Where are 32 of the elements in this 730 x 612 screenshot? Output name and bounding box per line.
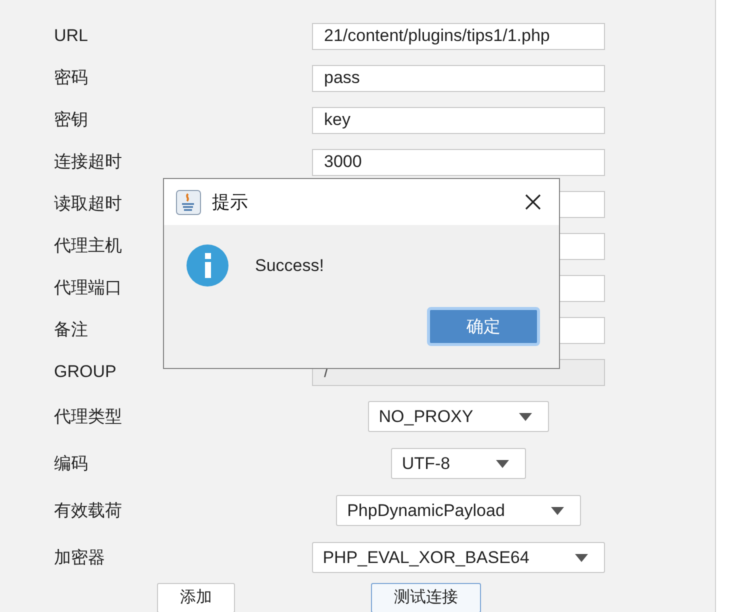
- dialog-title: 提示: [212, 190, 248, 214]
- field-label: URL: [54, 26, 88, 46]
- dropdown[interactable]: NO_PROXY: [368, 401, 550, 432]
- caret-icon: [575, 554, 588, 562]
- dropdown[interactable]: PHP_EVAL_XOR_BASE64: [312, 542, 606, 573]
- text-field[interactable]: 21/content/plugins/tips1/1.php: [312, 22, 605, 50]
- field-label: 代理主机: [54, 236, 122, 256]
- field-label: 加密器: [54, 548, 105, 567]
- close-icon[interactable]: [525, 194, 541, 210]
- field-label: 备注: [54, 320, 88, 340]
- form-button[interactable]: 添加: [157, 583, 235, 612]
- caret-icon: [496, 460, 510, 468]
- field-label: 密码: [54, 68, 88, 88]
- field-label: 代理类型: [54, 406, 122, 426]
- form-button[interactable]: 测试连接: [371, 583, 481, 612]
- field-label: 连接超时: [54, 152, 122, 172]
- text-field[interactable]: pass: [312, 64, 605, 92]
- caret-icon: [519, 412, 532, 420]
- text-field[interactable]: key: [312, 106, 605, 134]
- info-icon: [186, 244, 229, 287]
- field-label: GROUP: [54, 362, 116, 382]
- ok-button[interactable]: 确定: [427, 307, 540, 346]
- caret-icon: [550, 506, 564, 514]
- dropdown[interactable]: UTF-8: [390, 448, 526, 479]
- field-label: 密钥: [54, 110, 88, 130]
- field-label: 有效载荷: [54, 500, 122, 520]
- dialog-message: Success!: [255, 254, 324, 277]
- field-label: 读取超时: [54, 194, 122, 214]
- field-label: 编码: [54, 454, 88, 473]
- dropdown[interactable]: PhpDynamicPayload: [336, 495, 581, 526]
- text-field[interactable]: 3000: [312, 148, 605, 176]
- field-label: 代理端口: [54, 278, 122, 298]
